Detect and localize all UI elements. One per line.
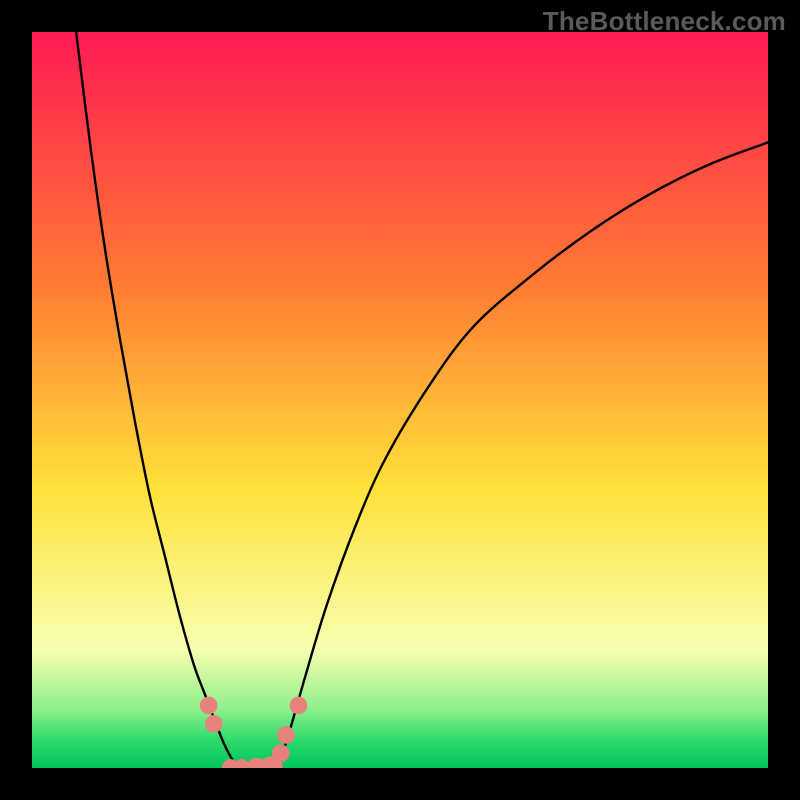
chart-svg bbox=[32, 32, 768, 768]
data-marker bbox=[200, 697, 218, 715]
data-marker bbox=[205, 715, 223, 733]
chart-frame: TheBottleneck.com bbox=[0, 0, 800, 800]
plot-area bbox=[32, 32, 768, 768]
data-marker bbox=[277, 726, 295, 744]
data-marker bbox=[290, 697, 308, 715]
data-marker bbox=[272, 744, 290, 762]
gradient-background bbox=[32, 32, 768, 768]
